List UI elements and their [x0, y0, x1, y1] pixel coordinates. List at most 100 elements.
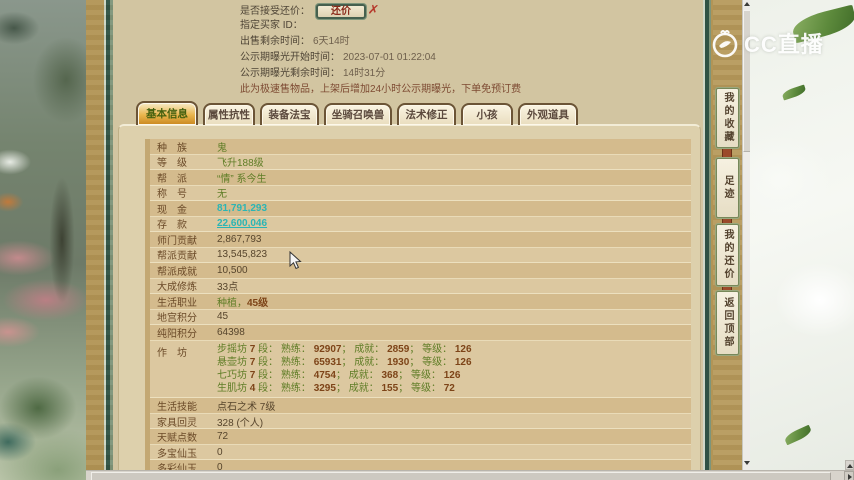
screenshot-root: 是否接受还价： 还价 ✗ 指定买家 ID： 出售剩余时间： 6天14时 公示期曝光开始… [0, 0, 854, 480]
leaf-icon [783, 424, 813, 446]
sidebar-button-0[interactable]: 我的收藏 [716, 88, 739, 148]
counter-offer-button[interactable]: 还价 [316, 3, 366, 19]
row-value: 飞升188级 [217, 158, 264, 170]
value-segment: 悬壶坊 [217, 356, 250, 368]
row-label: 纯阳积分 [157, 328, 197, 340]
row-label: 存 款 [157, 220, 187, 232]
row-value: 种植， 45级 [217, 294, 268, 309]
scrollbar-corner-up-button[interactable] [845, 460, 854, 470]
row-value: 45 [217, 311, 229, 323]
table-row: 现 金 81,791,293 [150, 201, 691, 217]
table-row: 大成修炼 33点 [150, 278, 691, 294]
row-label: 生活职业 [157, 297, 197, 309]
tab-content-panel: 种 族 鬼等 级 飞升188级帮 派 “情” 系今生称 号 无现 金 81,791,293… [118, 124, 701, 480]
value-segment: 155 [381, 383, 399, 395]
sidebar-button-2[interactable]: 我的还价 [716, 224, 739, 286]
row-label: 帮派成就 [157, 266, 197, 278]
row-value: 328 (个人) [217, 417, 264, 429]
value-segment: 七巧坊 [217, 369, 250, 381]
expo-remaining-label: 公示期曝光剩余时间： [240, 68, 340, 79]
value-segment: 45级 [247, 297, 269, 309]
tab-3[interactable]: 坐骑召唤兽 [324, 103, 392, 125]
value-segment: 65931 [313, 356, 342, 368]
horizontal-scrollbar[interactable] [86, 470, 854, 480]
horizontal-scroll-thumb[interactable] [91, 472, 831, 480]
row-value: 10,500 [217, 264, 248, 276]
sale-remaining-row: 出售剩余时间： 6天14时 [240, 34, 521, 50]
table-row: 帮派成就 10,500 [150, 263, 691, 279]
row-label: 种 族 [157, 142, 187, 154]
value-segment: ； 成就： [335, 369, 382, 381]
scroll-right-arrow-button[interactable] [844, 471, 854, 480]
character-info-table: 种 族 鬼等 级 飞升188级帮 派 “情” 系今生称 号 无现 金 81,791,293… [145, 139, 691, 480]
accept-counter-label: 是否接受还价： [240, 6, 310, 17]
row-value: 13,545,823 [217, 249, 268, 261]
row-label: 称 号 [157, 189, 187, 201]
value-segment: 126 [454, 356, 472, 368]
row-value: 步摇坊 7 段： 熟练： 92907； 成就： 2859； 等级： 126 悬壶坊… [217, 341, 472, 398]
sale-remaining-value: 6天14时 [313, 36, 350, 47]
tab-6[interactable]: 外观道具 [518, 103, 578, 125]
row-label: 家具回灵 [157, 417, 197, 429]
red-x-mark: ✗ [367, 1, 380, 18]
workshop-line: 悬壶坊 7 段： 熟练： 65931； 成就： 1930； 等级： 126 [217, 356, 472, 369]
workshop-line: 步摇坊 7 段： 熟练： 92907； 成就： 2859； 等级： 126 [217, 343, 472, 356]
expo-remaining-row: 公示期曝光剩余时间： 14时31分 [240, 66, 521, 82]
sale-info-block: 是否接受还价： 还价 ✗ 指定买家 ID： 出售剩余时间： 6天14时 公示期曝光开始… [240, 1, 522, 98]
value-segment: 步摇坊 [217, 343, 250, 355]
tab-2[interactable]: 装备法宝 [260, 103, 319, 125]
row-value[interactable]: 22,600,046 [217, 217, 267, 232]
sidebar-button-3[interactable]: 返回顶部 [716, 291, 739, 355]
workshop-line: 七巧坊 7 段： 熟练： 4754； 成就： 368； 等级： 126 [217, 369, 472, 382]
value-segment: 种植， [217, 297, 247, 309]
buyer-id-row: 指定买家 ID： [240, 18, 521, 34]
value-segment: 92907 [313, 343, 342, 355]
value-segment: 段： 熟练： [255, 356, 314, 368]
row-value: 81,791,293 [217, 202, 268, 214]
table-row: 种 族鬼 [150, 139, 691, 155]
value-segment: ； 等级： [398, 383, 444, 395]
sidebar-connector-knot [722, 147, 732, 158]
row-value: 72 [217, 431, 229, 442]
value-segment: 段： 熟练： [255, 383, 314, 395]
row-label: 帮派贡献 [157, 251, 197, 263]
corner-up-arrow-icon [847, 464, 853, 468]
value-segment: ； 成就： [341, 343, 388, 355]
table-row: 作 坊 步摇坊 7 段： 熟练： 92907； 成就： 2859； 等级： 126… [150, 340, 691, 399]
row-label: 作 坊 [157, 347, 187, 359]
row-label: 多宝仙玉 [157, 448, 197, 460]
value-segment: ； 等级： [409, 356, 455, 368]
express-sale-notice: 此为极速售物品，上架后增加24小时公示期曝光，下单免预订费 [240, 84, 522, 95]
page-right-border [703, 0, 713, 480]
table-row: 家具回灵 328 (个人) [150, 413, 691, 430]
page-left-border [86, 0, 113, 480]
left-decorative-art [0, 0, 86, 480]
value-segment: 段： 熟练： [255, 369, 314, 381]
tab-5[interactable]: 小孩 [461, 103, 513, 125]
tab-1[interactable]: 属性抗性 [203, 103, 255, 125]
value-segment: 126 [454, 343, 472, 355]
row-label: 现 金 [157, 204, 187, 216]
row-value: 64398 [217, 326, 245, 338]
table-row: 纯阳积分 64398 [150, 325, 691, 341]
expo-start-value: 2023-07-01 01:22:04 [343, 52, 436, 63]
table-row: 帮 派 “情” 系今生 [150, 170, 691, 186]
buyer-id-label: 指定买家 ID： [240, 20, 303, 31]
expo-start-label: 公示期曝光开始时间： [240, 52, 340, 63]
value-segment: 段： 熟练： [255, 343, 314, 355]
row-value: 2,867,793 [217, 233, 262, 245]
right-background [750, 0, 854, 480]
value-segment: ； 成就： [335, 383, 382, 395]
table-row: 帮派贡献 13,545,823 [150, 247, 691, 263]
tab-0[interactable]: 基本信息 [136, 101, 198, 125]
row-label: 大成修炼 [157, 282, 197, 294]
table-row: 地宫积分 45 [150, 309, 691, 325]
page-content: 是否接受还价： 还价 ✗ 指定买家 ID： 出售剩余时间： 6天14时 公示期曝光开始… [113, 0, 703, 480]
sidebar-button-1[interactable]: 足迹 [716, 158, 739, 218]
table-row: 存 款 22,600,046 [150, 216, 691, 232]
value-segment: ； 成就： [341, 356, 388, 368]
row-value: 33点 [217, 282, 239, 294]
value-segment: 368 [381, 369, 399, 381]
tab-4[interactable]: 法术修正 [397, 103, 456, 125]
expo-start-row: 公示期曝光开始时间： 2023-07-01 01:22:04 [240, 50, 521, 66]
